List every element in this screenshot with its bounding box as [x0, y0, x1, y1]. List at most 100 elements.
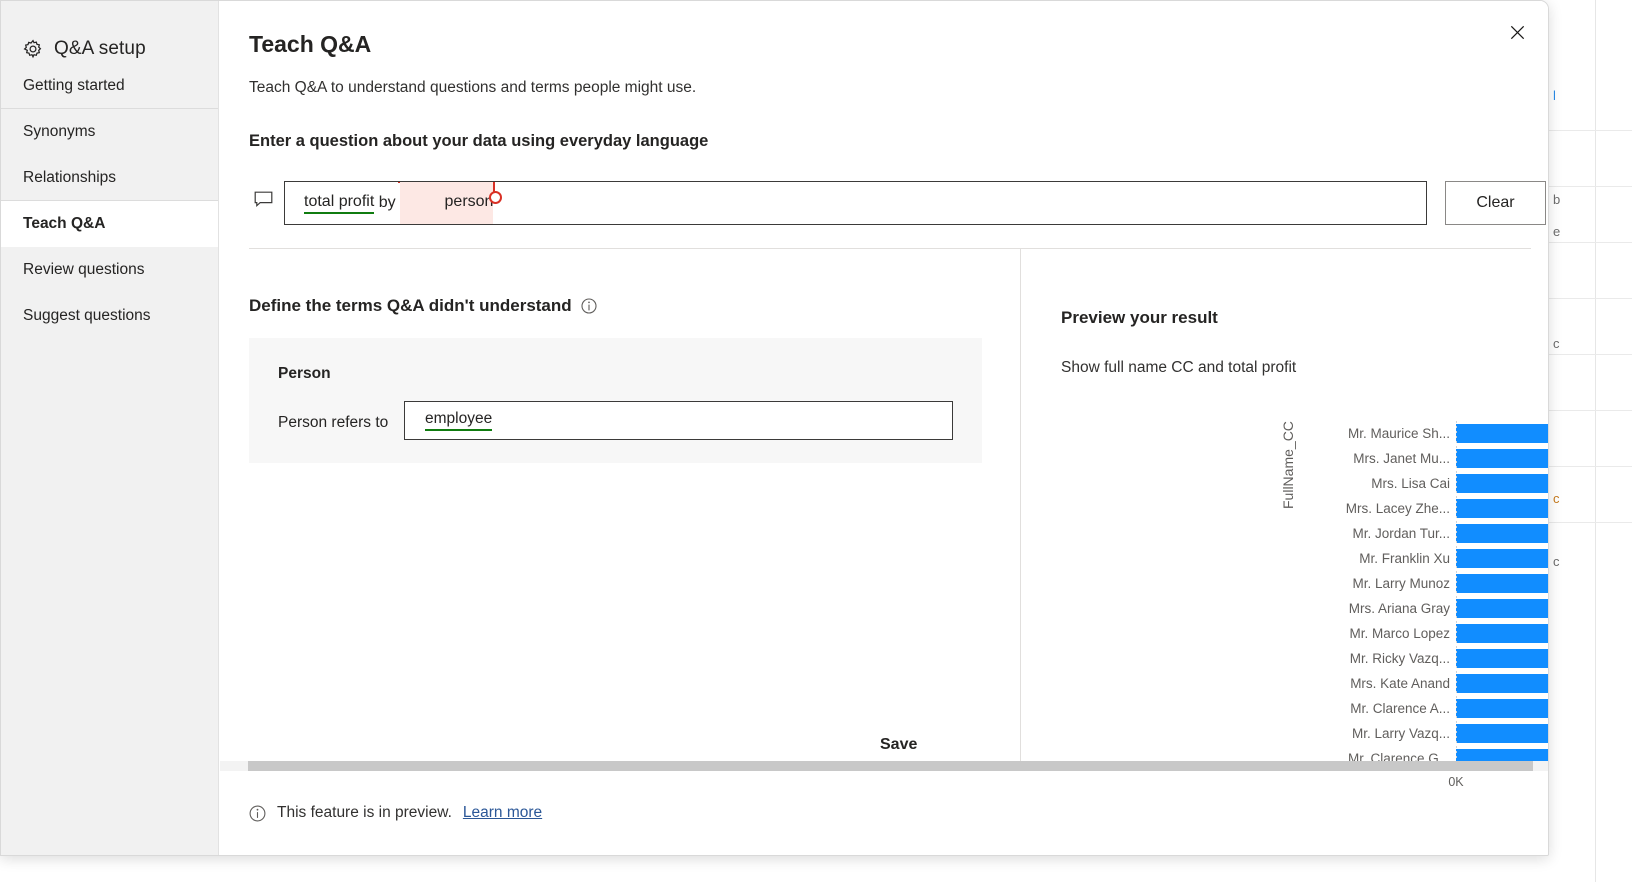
selection-handle-start[interactable]	[398, 181, 400, 183]
close-icon[interactable]	[1500, 15, 1534, 49]
chart-bar-row[interactable]	[1456, 446, 1549, 471]
chart-category-label: Mr. Marco Lopez	[1304, 621, 1450, 646]
sidebar-item-relationships[interactable]: Relationships	[1, 155, 218, 201]
term-refers-to-label: Person refers to	[278, 414, 388, 432]
page-subtitle: Teach Q&A to understand questions and te…	[249, 79, 696, 97]
chart-bar[interactable]	[1456, 724, 1549, 743]
chart-category-label: Mrs. Lisa Cai	[1304, 471, 1450, 496]
chart-bar-row[interactable]	[1456, 546, 1549, 571]
sidebar-item-synonyms[interactable]: Synonyms	[1, 109, 218, 155]
sidebar-item-suggest-questions[interactable]: Suggest questions	[1, 293, 218, 339]
chart-category-label: Mr. Franklin Xu	[1304, 546, 1450, 571]
chart-bar[interactable]	[1456, 624, 1549, 643]
chart-bar[interactable]	[1456, 649, 1549, 668]
save-button[interactable]: Save	[880, 736, 917, 754]
chart-category-label: Mr. Ricky Vazq...	[1304, 646, 1450, 671]
chart-plot-area: 0K5K	[1456, 421, 1549, 773]
sidebar-item-teach-qna[interactable]: Teach Q&A	[1, 201, 218, 247]
chart-bar-row[interactable]	[1456, 596, 1549, 621]
chart-category-label: Mr. Clarence A...	[1304, 696, 1450, 721]
info-icon	[249, 805, 266, 822]
chart-bar-row[interactable]	[1456, 496, 1549, 521]
chart-bar-row[interactable]	[1456, 646, 1549, 671]
selection-handle-end[interactable]	[493, 181, 495, 195]
sidebar-item-getting-started[interactable]: Getting started	[1, 63, 218, 109]
background-text-fragment: l	[1553, 88, 1556, 103]
chart-bar-row[interactable]	[1456, 571, 1549, 596]
chart-bar[interactable]	[1456, 574, 1549, 593]
question-row: total profit by person Clear	[249, 164, 1531, 226]
sidebar-item-label: Relationships	[23, 169, 116, 187]
chart-category-label: Mr. Jordan Tur...	[1304, 521, 1450, 546]
background-column-divider	[1595, 0, 1596, 882]
main-panel: Teach Q&A Teach Q&A to understand questi…	[220, 1, 1548, 855]
horizontal-scrollbar-thumb[interactable]	[248, 761, 1533, 771]
background-text-fragment: c	[1553, 336, 1560, 351]
page-title: Teach Q&A	[249, 31, 371, 58]
sidebar-header: Q&A setup	[1, 1, 218, 63]
chart-bar[interactable]	[1456, 524, 1549, 543]
chart-bar[interactable]	[1456, 474, 1549, 493]
chart-bar[interactable]	[1456, 424, 1549, 443]
chart-bar[interactable]	[1456, 449, 1549, 468]
preview-notice-text: This feature is in preview.	[277, 804, 452, 822]
chart-category-label: Mrs. Lacey Zhe...	[1304, 496, 1450, 521]
preview-bar-chart[interactable]: FullName_CC Mr. Maurice Sh...Mrs. Janet …	[1059, 401, 1549, 769]
sidebar: Q&A setup Getting started Synonyms Relat…	[1, 1, 219, 856]
preview-panel: Preview your result Show full name CC an…	[1041, 291, 1549, 771]
chart-category-label: Mrs. Kate Anand	[1304, 671, 1450, 696]
question-plain-text: by	[374, 194, 400, 212]
sidebar-item-label: Synonyms	[23, 123, 95, 141]
chart-bar-row[interactable]	[1456, 421, 1549, 446]
chart-category-label: Mr. Maurice Sh...	[1304, 421, 1450, 446]
question-recognized-term: total profit	[304, 193, 374, 214]
question-unknown-term[interactable]: person	[400, 181, 493, 225]
chart-bar-row[interactable]	[1456, 471, 1549, 496]
sidebar-item-label: Teach Q&A	[23, 215, 105, 233]
chart-y-axis-title: FullName_CC	[1280, 421, 1296, 509]
chart-category-label: Mrs. Ariana Gray	[1304, 596, 1450, 621]
clear-button[interactable]: Clear	[1445, 181, 1546, 225]
horizontal-scrollbar[interactable]	[220, 761, 1549, 771]
chart-bar-row[interactable]	[1456, 721, 1549, 746]
background-text-fragment: c	[1553, 554, 1560, 569]
info-icon[interactable]	[581, 298, 597, 314]
question-unknown-term-text: person	[445, 193, 494, 210]
sidebar-item-label: Suggest questions	[23, 307, 151, 325]
section-divider	[249, 248, 1531, 249]
sidebar-item-label: Review questions	[23, 261, 144, 279]
question-section-label: Enter a question about your data using e…	[249, 132, 708, 151]
sidebar-item-label: Getting started	[23, 77, 125, 95]
chart-bar[interactable]	[1456, 549, 1549, 568]
preview-title: Preview your result	[1061, 308, 1218, 328]
chart-category-label: Mrs. Janet Mu...	[1304, 446, 1450, 471]
background-text-fragment: c	[1553, 491, 1560, 506]
chart-bar[interactable]	[1456, 499, 1549, 518]
chart-bar[interactable]	[1456, 599, 1549, 618]
chart-bar[interactable]	[1456, 674, 1549, 693]
chart-bar[interactable]	[1456, 699, 1549, 718]
chart-bar-row[interactable]	[1456, 696, 1549, 721]
preview-footer: This feature is in preview. Learn more	[220, 771, 1549, 855]
chart-bar-row[interactable]	[1456, 621, 1549, 646]
define-terms-heading-label: Define the terms Q&A didn't understand	[249, 296, 572, 316]
qna-setup-dialog: Q&A setup Getting started Synonyms Relat…	[0, 0, 1549, 856]
sidebar-item-review-questions[interactable]: Review questions	[1, 247, 218, 293]
define-terms-heading: Define the terms Q&A didn't understand	[249, 296, 597, 316]
panel-divider	[1020, 248, 1021, 770]
chart-gridline	[1456, 421, 1457, 765]
background-text-fragment: e	[1553, 224, 1560, 239]
term-definition-input[interactable]: employee	[404, 401, 953, 440]
background-text-fragment: b	[1553, 192, 1560, 207]
gear-icon	[23, 39, 43, 59]
sidebar-title: Q&A setup	[54, 38, 146, 60]
question-input[interactable]: total profit by person	[284, 181, 1427, 225]
preview-restated-question: Show full name CC and total profit	[1061, 359, 1296, 377]
chart-category-label: Mr. Larry Munoz	[1304, 571, 1450, 596]
chart-category-label: Mr. Larry Vazq...	[1304, 721, 1450, 746]
learn-more-link[interactable]: Learn more	[463, 804, 542, 822]
chart-category-labels: Mr. Maurice Sh...Mrs. Janet Mu...Mrs. Li…	[1304, 421, 1450, 771]
chart-bar-row[interactable]	[1456, 521, 1549, 546]
chart-bar-row[interactable]	[1456, 671, 1549, 696]
speech-bubble-icon	[254, 191, 273, 208]
